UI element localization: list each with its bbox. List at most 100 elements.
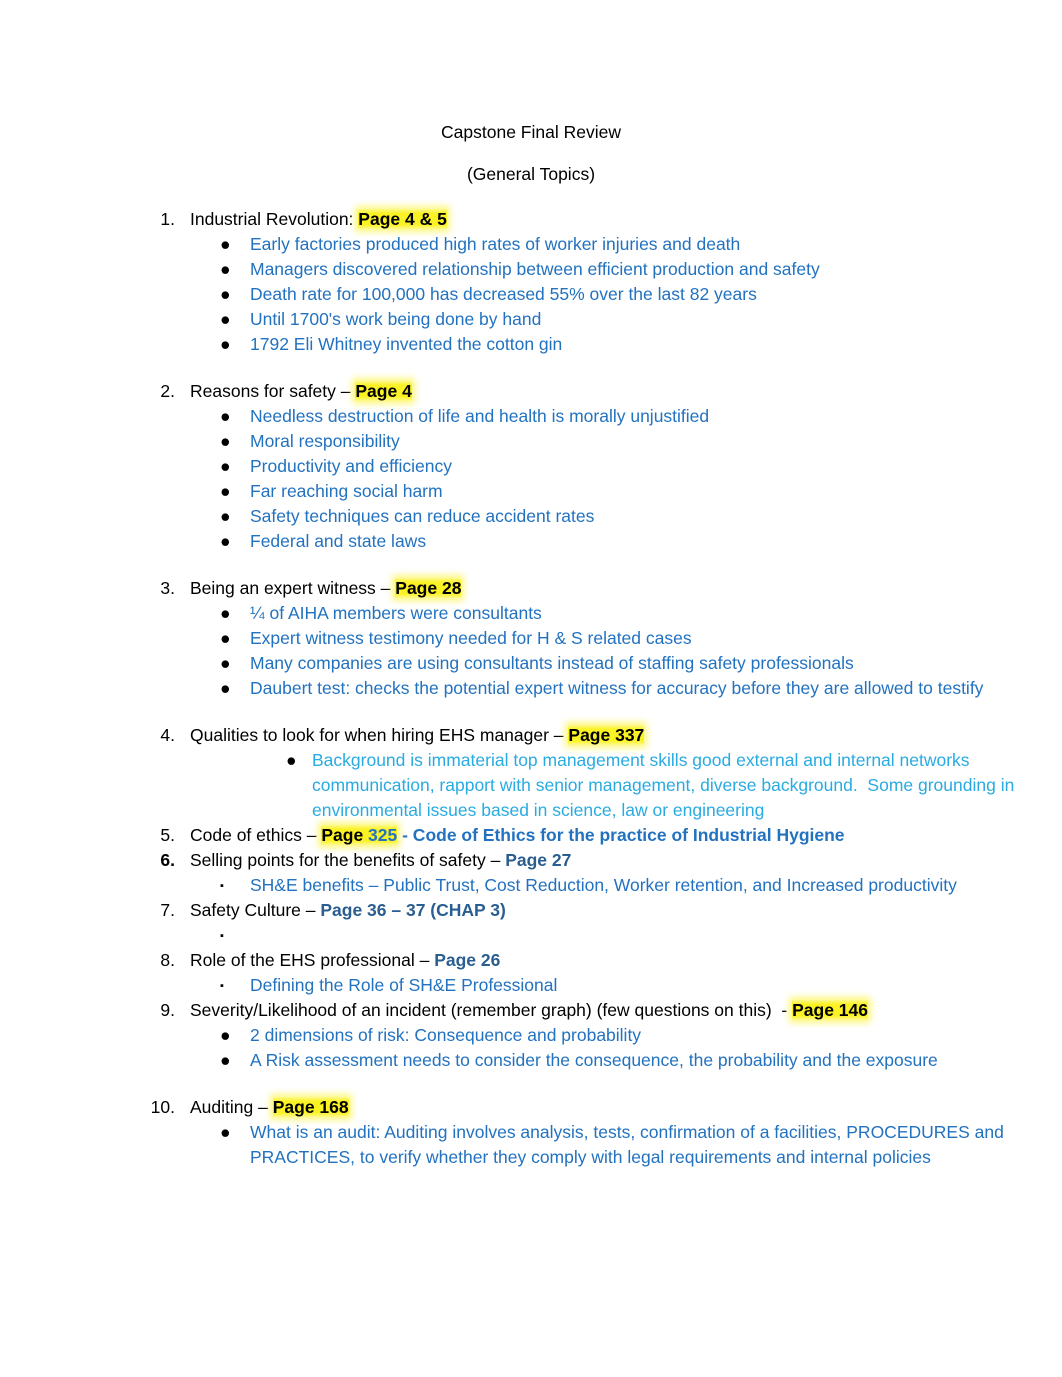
- page-reference: Page 27: [505, 850, 572, 870]
- list-item-text: Managers discovered relationship between…: [250, 259, 820, 279]
- list-item: ▪ SH&E benefits – Public Trust, Cost Redu…: [190, 873, 1062, 898]
- list-item: ● Death rate for 100,000 has decreased 55…: [190, 282, 1062, 307]
- outline-item-8: 8. Role of the EHS professional – Page 2…: [0, 948, 1062, 998]
- outline-item-9: 9. Severity/Likelihood of an incident (r…: [0, 998, 1062, 1073]
- round-bullet-icon: ●: [220, 628, 231, 648]
- list-item-text: Federal and state laws: [250, 531, 427, 551]
- list-item-text: Background is immaterial top management …: [312, 750, 1020, 820]
- item-title: Selling points for the benefits of safet…: [190, 850, 501, 870]
- page-reference: Page 36 – 37 (CHAP 3): [320, 900, 506, 920]
- page-reference: Page 4: [355, 381, 412, 401]
- page-word: Page: [321, 825, 364, 845]
- item-number: 4.: [160, 725, 175, 745]
- square-bullet-icon: ▪: [220, 930, 224, 942]
- item-heading: Severity/Likelihood of an incident (reme…: [190, 998, 1062, 1023]
- item-title: Severity/Likelihood of an incident (reme…: [190, 1000, 788, 1020]
- list-item-text: Expert witness testimony needed for H & …: [250, 628, 692, 648]
- round-bullet-icon: ●: [220, 603, 231, 623]
- sub-bullet-list: ▪ Defining the Role of SH&E Professional: [190, 973, 1062, 998]
- item-heading: Being an expert witness – Page 28: [190, 576, 1062, 601]
- page-reference: Page 28: [395, 578, 462, 598]
- list-item: ● What is an audit: Auditing involves ana…: [190, 1120, 1062, 1170]
- item-title: Code of ethics –: [190, 825, 317, 845]
- list-item: ● Early factories produced high rates of …: [190, 232, 1062, 257]
- sub-bullet-list: ● Early factories produced high rates of …: [190, 232, 1062, 357]
- page-reference-highlight: Page 4: [355, 381, 412, 401]
- list-item: ● Until 1700's work being done by hand: [190, 307, 1062, 332]
- sub-bullet-list: ▪: [190, 923, 1062, 948]
- outline-item-1: 1. Industrial Revolution: Page 4 & 5 ● Ea…: [0, 207, 1062, 357]
- outline-item-7: 7. Safety Culture – Page 36 – 37 (CHAP 3…: [0, 898, 1062, 948]
- round-bullet-icon: ●: [220, 481, 231, 501]
- item-number: 8.: [160, 950, 175, 970]
- list-item-text: SH&E benefits – Public Trust, Cost Reduc…: [250, 875, 957, 895]
- list-item-text: Death rate for 100,000 has decreased 55%…: [250, 284, 757, 304]
- list-item-text: Moral responsibility: [250, 431, 400, 451]
- square-bullet-icon: ▪: [220, 880, 224, 892]
- round-bullet-icon: ●: [220, 334, 231, 354]
- item-heading: Role of the EHS professional – Page 26: [190, 948, 1062, 973]
- outline-item-2: 2. Reasons for safety – Page 4 ● Needless…: [0, 379, 1062, 554]
- outline-item-6: 6. Selling points for the benefits of sa…: [0, 848, 1062, 898]
- list-item-text: Daubert test: checks the potential exper…: [250, 678, 984, 698]
- list-item-text: 1792 Eli Whitney invented the cotton gin: [250, 334, 563, 354]
- round-bullet-icon: ●: [220, 431, 231, 451]
- round-bullet-icon: ●: [220, 234, 231, 254]
- round-bullet-icon: ●: [286, 750, 297, 770]
- list-item-text: Defining the Role of SH&E Professional: [250, 975, 558, 995]
- round-bullet-icon: ●: [220, 653, 231, 673]
- item-title: Industrial Revolution:: [190, 209, 354, 229]
- round-bullet-icon: ●: [220, 1122, 231, 1142]
- page-subtitle: (General Topics): [466, 163, 596, 184]
- round-bullet-icon: ●: [220, 284, 231, 304]
- list-item: ● Many companies are using consultants in…: [190, 651, 1062, 676]
- item-title: Safety Culture –: [190, 900, 316, 920]
- round-bullet-icon: ●: [220, 309, 231, 329]
- list-item-text: Needless destruction of life and health …: [250, 406, 710, 426]
- item-heading: Selling points for the benefits of safet…: [190, 848, 1062, 873]
- outline-item-10: 10. Auditing – Page 168 ● What is an audi…: [0, 1095, 1062, 1170]
- item-heading: Qualities to look for when hiring EHS ma…: [190, 723, 1062, 748]
- page-reference: Page 4 & 5: [358, 209, 447, 229]
- list-item-text: What is an audit: Auditing involves anal…: [250, 1122, 1009, 1167]
- item-title: Being an expert witness –: [190, 578, 391, 598]
- sub-bullet-list: ● ¼ of AIHA members were consultants ● Exp…: [190, 601, 1062, 701]
- list-item: ● Productivity and efficiency: [190, 454, 1062, 479]
- item-number: 9.: [160, 1000, 175, 1020]
- list-item-text: Far reaching social harm: [250, 481, 443, 501]
- list-item-text: Until 1700's work being done by hand: [250, 309, 542, 329]
- list-item: ▪: [190, 923, 1062, 948]
- round-bullet-icon: ●: [220, 678, 231, 698]
- round-bullet-icon: ●: [220, 531, 231, 551]
- item-title: Reasons for safety –: [190, 381, 351, 401]
- list-item-text: Productivity and efficiency: [250, 456, 453, 476]
- list-item: ● Moral responsibility: [190, 429, 1062, 454]
- list-item-text: Many companies are using consultants ins…: [250, 653, 854, 673]
- item-number: 10.: [150, 1097, 175, 1117]
- item-heading: Code of ethics – Page 325 - Code of Ethi…: [190, 823, 1062, 848]
- list-item-text: Early factories produced high rates of w…: [250, 234, 741, 254]
- round-bullet-icon: ●: [220, 406, 231, 426]
- round-bullet-icon: ●: [220, 259, 231, 279]
- sub-bullet-list: ▪ SH&E benefits – Public Trust, Cost Redu…: [190, 873, 1062, 898]
- page-title: Capstone Final Review: [441, 122, 621, 142]
- page-number: 325: [368, 825, 398, 845]
- list-item: ● Federal and state laws: [190, 529, 1062, 554]
- list-item: ● A Risk assessment needs to consider the…: [190, 1048, 1062, 1073]
- item-number: 6.: [160, 850, 175, 870]
- item-number: 3.: [160, 578, 175, 598]
- page-reference-highlight: Page 4 & 5: [358, 209, 447, 229]
- document-page: Capstone Final Review (General Topics) 1…: [0, 0, 1062, 1377]
- list-item: ● Background is immaterial top management…: [190, 748, 1062, 823]
- page-reference: Page 146: [792, 1000, 868, 1020]
- list-item: ● Managers discovered relationship betwee…: [190, 257, 1062, 282]
- page-reference-highlight: Page 28: [395, 578, 462, 598]
- list-item: ● Needless destruction of life and health…: [190, 404, 1062, 429]
- square-bullet-icon: ▪: [220, 980, 224, 992]
- item-heading: Reasons for safety – Page 4: [190, 379, 1062, 404]
- page-reference-highlight: Page 168: [272, 1097, 349, 1117]
- item-number: 1.: [160, 209, 175, 229]
- page-reference-highlight: Page 146: [792, 1000, 868, 1020]
- item-number: 2.: [160, 381, 175, 401]
- list-item-text: 2 dimensions of risk: Consequence and pr…: [250, 1025, 642, 1045]
